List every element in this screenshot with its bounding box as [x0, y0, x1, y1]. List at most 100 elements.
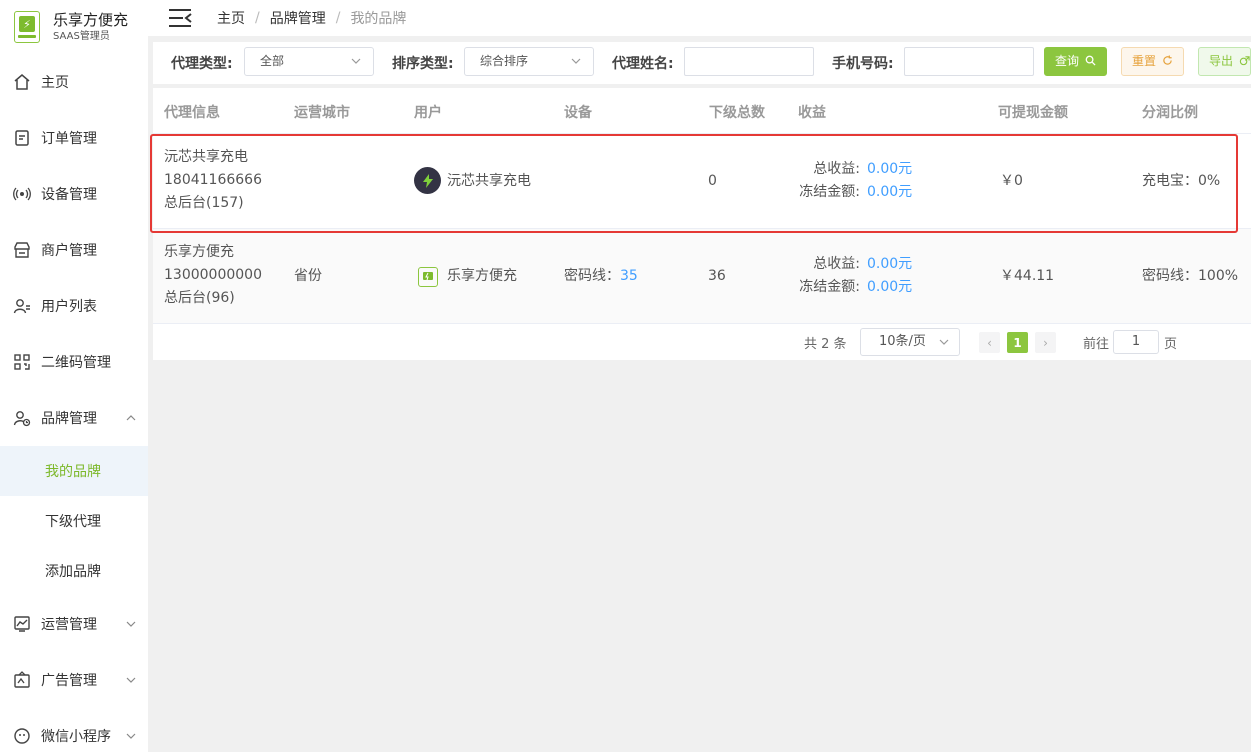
agent-name: 沅芯共享充电: [164, 149, 248, 165]
page-size-select[interactable]: 10条/页: [860, 328, 960, 356]
sidebar-item-operations[interactable]: 运营管理: [0, 596, 148, 652]
device-icon: [12, 184, 32, 204]
agent-phone: 13000000000: [164, 267, 262, 283]
order-icon: [12, 128, 32, 148]
breadcrumb: 主页 / 品牌管理 / 我的品牌: [217, 8, 406, 28]
chart-icon: [12, 614, 32, 634]
avatar: [414, 167, 441, 194]
submenu-sub-agents[interactable]: 下级代理: [0, 496, 148, 546]
breadcrumb-separator: /: [255, 10, 260, 26]
shop-icon: [12, 240, 32, 260]
pagination-total: 共 2 条: [804, 337, 847, 352]
total-income-label: 总收益:: [813, 161, 860, 177]
agent-name-input[interactable]: [684, 47, 814, 76]
sidebar-item-home[interactable]: 主页: [0, 54, 148, 110]
submenu-my-brand[interactable]: 我的品牌: [0, 446, 148, 496]
breadcrumb-current: 我的品牌: [350, 11, 407, 27]
reset-button-label: 重置: [1132, 54, 1157, 68]
brand-role: SAAS管理员: [53, 31, 110, 42]
plug-icon: [423, 272, 433, 281]
col-device: 设备: [564, 105, 592, 121]
avatar: [418, 267, 438, 287]
agent-type-label: 代理类型:: [171, 56, 233, 72]
export-button[interactable]: 导出: [1198, 47, 1251, 76]
withdrawable: ￥44.11: [1000, 268, 1055, 284]
topbar: 主页 / 品牌管理 / 我的品牌: [148, 0, 1251, 36]
chevron-down-icon: [126, 733, 136, 739]
agent-name-label: 代理姓名:: [612, 56, 674, 72]
user-name: 沅芯共享充电: [447, 173, 531, 189]
brand: ⚡ 乐享方便充 SAAS管理员: [0, 0, 148, 54]
export-icon: [1239, 56, 1250, 66]
breadcrumb-brand[interactable]: 品牌管理: [270, 8, 326, 28]
sort-type-select[interactable]: 综合排序: [464, 47, 594, 76]
breadcrumb-separator: /: [335, 10, 341, 26]
device-count-link[interactable]: 35: [620, 268, 638, 284]
agent-table: 代理信息 运营城市 用户 设备 下级总数 收益 可提现金额 分润比例 沅芯共享充…: [153, 88, 1251, 324]
sidebar-item-label: 用户列表: [41, 299, 97, 315]
query-button[interactable]: 查询: [1044, 47, 1107, 76]
frozen-link[interactable]: 0.00元: [867, 181, 912, 204]
sidebar-item-users[interactable]: 用户列表: [0, 278, 148, 334]
sidebar-item-label: 订单管理: [41, 131, 97, 147]
table-row: 沅芯共享充电 18041166666 总后台(157) 沅芯共享充电 0 总收益…: [153, 134, 1251, 229]
sidebar-item-orders[interactable]: 订单管理: [0, 110, 148, 166]
sidebar-item-devices[interactable]: 设备管理: [0, 166, 148, 222]
breadcrumb-home[interactable]: 主页: [217, 8, 245, 28]
total-income-link[interactable]: 0.00元: [867, 158, 912, 181]
sidebar-item-label: 商户管理: [41, 243, 97, 259]
sidebar-item-label: 二维码管理: [41, 355, 111, 371]
wechat-icon: [12, 726, 32, 746]
submenu-add-brand[interactable]: 添加品牌: [0, 546, 148, 596]
frozen-link[interactable]: 0.00元: [867, 276, 912, 299]
sort-type-value: 综合排序: [480, 54, 529, 68]
sidebar-item-qrcode[interactable]: 二维码管理: [0, 334, 148, 390]
ratio: 密码线：100%: [1142, 268, 1239, 284]
chevron-down-icon: [126, 621, 136, 627]
prev-page-button[interactable]: ‹: [979, 332, 1000, 353]
export-button-label: 导出: [1209, 54, 1234, 68]
menu-toggle-icon[interactable]: [168, 8, 192, 28]
agent-backend: 总后台(96): [164, 290, 235, 306]
filter-bar: 代理类型: 全部 排序类型: 综合排序 代理姓名: 手机号码: 查询 重置 导出: [153, 42, 1251, 84]
sidebar-item-brand[interactable]: 品牌管理: [0, 390, 148, 446]
sub-total: 36: [708, 268, 726, 284]
col-withdrawable: 可提现金额: [998, 105, 1068, 121]
col-city: 运营城市: [294, 105, 350, 121]
phone-label: 手机号码:: [832, 56, 894, 72]
sidebar-item-label: 运营管理: [41, 617, 97, 633]
device-label: 密码线：: [564, 268, 620, 284]
next-page-button[interactable]: ›: [1035, 332, 1056, 353]
table-header: 代理信息 运营城市 用户 设备 下级总数 收益 可提现金额 分润比例: [153, 88, 1251, 134]
plug-icon: ⚡: [19, 16, 35, 32]
brand-logo: ⚡: [14, 11, 40, 43]
page-1-button[interactable]: 1: [1007, 332, 1028, 353]
home-icon: [12, 72, 32, 92]
withdrawable: ￥0: [1000, 173, 1023, 189]
total-income-label: 总收益:: [813, 256, 860, 272]
user-name: 乐享方便充: [447, 268, 517, 284]
phone-input[interactable]: [904, 47, 1034, 76]
sidebar-item-ads[interactable]: 广告管理: [0, 652, 148, 708]
page-suffix: 页: [1164, 337, 1178, 352]
sidebar-item-wechat[interactable]: 微信小程序: [0, 708, 148, 752]
ratio: 充电宝：0%: [1142, 173, 1221, 189]
ad-icon: [12, 670, 32, 690]
table-row: 乐享方便充 13000000000 总后台(96) 省份 乐享方便充 密码线：3…: [153, 229, 1251, 324]
agent-type-select[interactable]: 全部: [244, 47, 374, 76]
total-income-link[interactable]: 0.00元: [867, 253, 912, 276]
col-user: 用户: [414, 105, 442, 121]
col-ratio: 分润比例: [1142, 105, 1198, 121]
col-agent-info: 代理信息: [164, 105, 220, 121]
col-sub-total: 下级总数: [709, 105, 765, 121]
reset-button[interactable]: 重置: [1121, 47, 1184, 76]
sidebar-item-label: 主页: [41, 75, 69, 91]
qrcode-icon: [12, 352, 32, 372]
sidebar-item-merchants[interactable]: 商户管理: [0, 222, 148, 278]
brand-icon: [12, 408, 32, 428]
agent-name: 乐享方便充: [164, 244, 234, 260]
agent-city: 省份: [294, 268, 322, 284]
agent-backend: 总后台(157): [164, 195, 244, 211]
goto-page-input[interactable]: 1: [1113, 330, 1159, 354]
chevron-down-icon: [939, 339, 949, 345]
